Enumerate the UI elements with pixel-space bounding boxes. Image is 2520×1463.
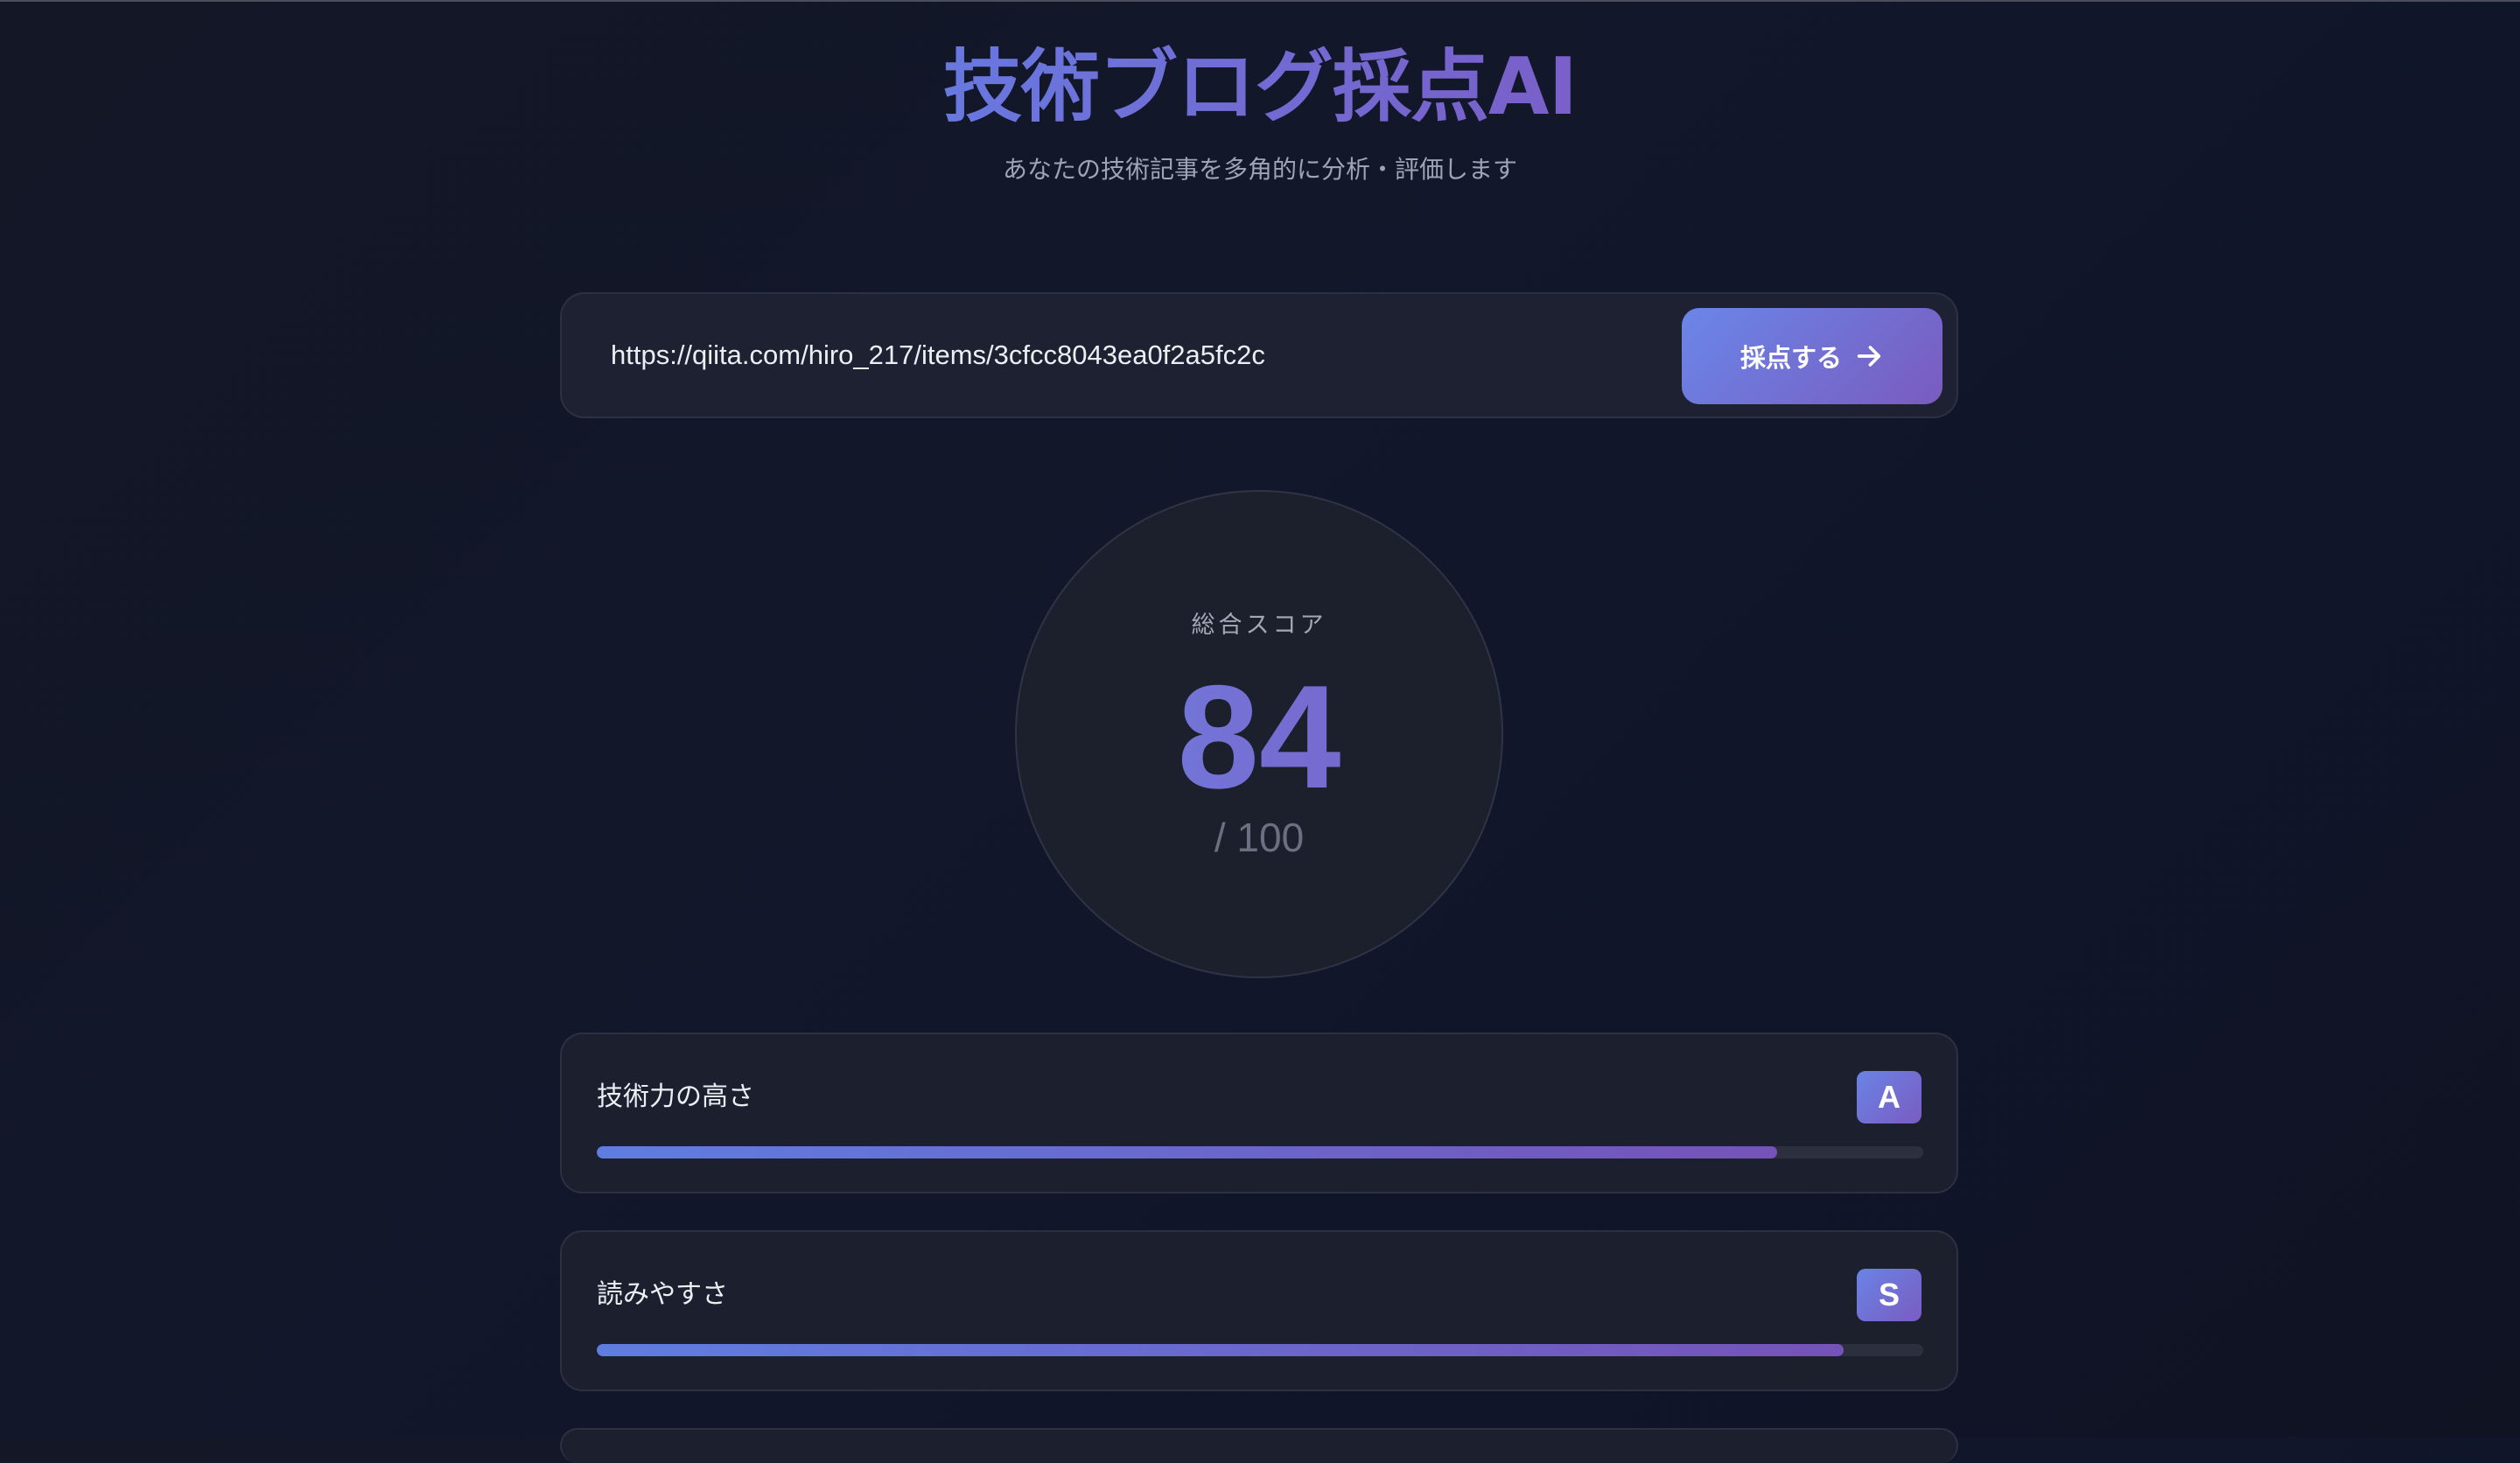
arrow-right-icon <box>1857 346 1881 367</box>
grade-badge: A <box>1857 1071 1922 1124</box>
metric-progress-track <box>597 1146 1923 1158</box>
total-score-max: / 100 <box>1214 815 1305 860</box>
metric-card-partial <box>560 1428 1958 1463</box>
metric-card: 技術力の高さ A <box>560 1032 1958 1194</box>
total-score-value: 84 <box>1017 658 1502 816</box>
score-submit-button[interactable]: 採点する <box>1682 308 1942 404</box>
metric-progress-fill <box>597 1344 1844 1356</box>
page-subtitle: あなたの技術記事を多角的に分析・評価します <box>1002 155 1517 184</box>
metric-progress-track <box>597 1344 1923 1356</box>
page-title: 技術ブログ採点AI <box>943 35 1578 140</box>
window-top-border <box>0 0 2520 2</box>
url-form: 採点する <box>560 292 1958 418</box>
submit-button-label: 採点する <box>1740 343 1842 373</box>
metric-card: 読みやすさ S <box>560 1230 1958 1391</box>
metric-name: 技術力の高さ <box>597 1082 754 1112</box>
metric-name: 読みやすさ <box>597 1279 728 1310</box>
metric-progress-fill <box>597 1146 1778 1158</box>
grade-badge: S <box>1857 1269 1922 1321</box>
url-input[interactable] <box>611 326 1661 385</box>
page-header: 技術ブログ採点AI あなたの技術記事を多角的に分析・評価します <box>0 35 2520 187</box>
total-score-label: 総合スコア <box>1191 612 1327 639</box>
total-score-circle: 総合スコア 84 / 100 <box>1015 490 1503 978</box>
